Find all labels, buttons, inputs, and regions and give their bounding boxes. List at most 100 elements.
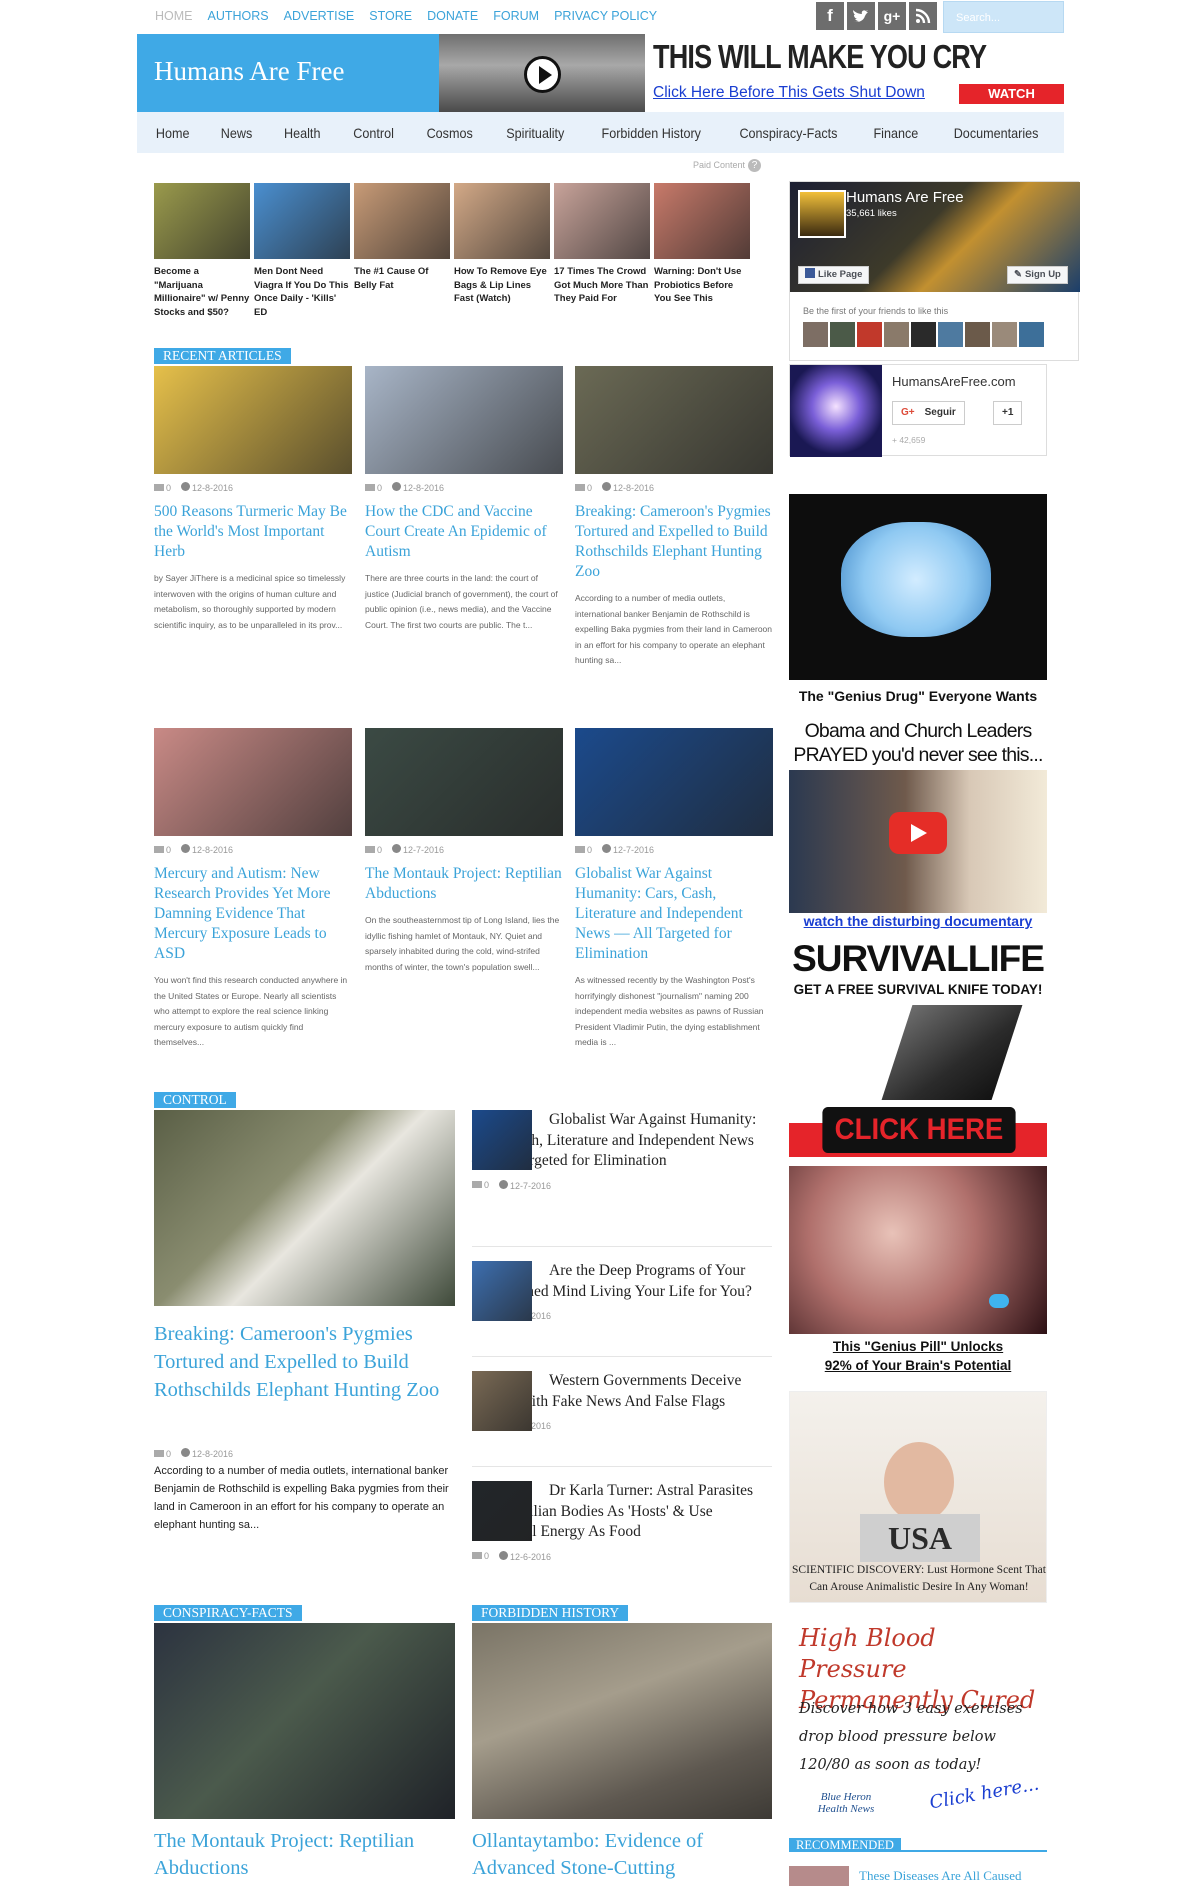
sponsored-item[interactable]: Warning: Don't Use Probiotics Before You… [654,183,750,306]
control-list-thumb[interactable] [472,1110,532,1170]
comment-count[interactable]: 0 [166,483,171,493]
google-plus-icon[interactable]: g+ [878,2,906,30]
sponsored-image[interactable] [554,183,650,259]
forbidden-image[interactable] [472,1623,772,1819]
control-list-thumb[interactable] [472,1261,532,1321]
sponsored-text[interactable]: Become a "Marijuana Millionaire" w/ Penn… [154,265,250,319]
play-icon[interactable] [524,56,561,93]
sponsored-image[interactable] [654,183,750,259]
lust-hormone-caption[interactable]: SCIENTIFIC DISCOVERY: Lust Hormone Scent… [790,1562,1048,1596]
lust-hormone-ad[interactable]: USA SCIENTIFIC DISCOVERY: Lust Hormone S… [789,1391,1047,1603]
top-nav-advertise[interactable]: ADVERTISE [284,9,355,23]
section-label-recent[interactable]: RECENT ARTICLES [154,348,291,364]
article-title[interactable]: Globalist War Against Humanity: Cars, Ca… [575,864,773,964]
article-image[interactable] [154,366,352,474]
info-icon[interactable]: ? [748,159,762,172]
comment-count[interactable]: 0 [587,845,592,855]
nav-forbidden-history[interactable]: Forbidden History [601,125,700,141]
section-label-forbidden[interactable]: FORBIDDEN HISTORY [472,1605,629,1621]
comment-count[interactable]: 0 [377,483,382,493]
nav-finance[interactable]: Finance [874,125,919,141]
comment-count[interactable]: 0 [377,845,382,855]
sponsored-item[interactable]: How To Remove Eye Bags & Lip Lines Fast … [454,183,550,306]
friend-avatar[interactable] [857,322,882,347]
search-input[interactable]: Search... [943,1,1064,33]
facebook-icon[interactable]: f [816,2,844,30]
nav-health[interactable]: Health [284,125,320,141]
recommended-title[interactable]: These Diseases Are All Caused [859,1868,1021,1884]
friend-avatar[interactable] [965,322,990,347]
blood-pressure-body[interactable]: Discover how 3 easy exercises drop blood… [799,1695,1039,1779]
facebook-page-thumb[interactable] [798,190,846,238]
knife-image[interactable] [881,1005,1023,1100]
genius-pill-line1[interactable]: This "Genius Pill" Unlocks [789,1339,1047,1354]
click-here-button[interactable]: CLICK HERE [822,1107,1016,1153]
control-feature-title[interactable]: Breaking: Cameroon's Pygmies Tortured an… [154,1320,455,1404]
twitter-icon[interactable] [847,2,875,30]
google-plus-thumb[interactable] [790,365,882,457]
nav-conspiracy-facts[interactable]: Conspiracy-Facts [740,125,838,141]
section-label-control[interactable]: CONTROL [154,1092,236,1108]
google-plus-one-button[interactable]: +1 [993,401,1023,425]
rss-icon[interactable] [909,2,937,30]
nav-news[interactable]: News [221,125,253,141]
header-ad-link[interactable]: Click Here Before This Gets Shut Down [653,84,925,102]
genius-drug-ad-image[interactable] [789,494,1047,680]
article-title[interactable]: The Montauk Project: Reptilian Abduction… [365,864,563,904]
nav-documentaries[interactable]: Documentaries [954,125,1039,141]
friend-avatar[interactable] [803,322,828,347]
sponsored-text[interactable]: The #1 Cause Of Belly Fat [354,265,450,292]
friend-avatar[interactable] [830,322,855,347]
sponsored-item[interactable]: The #1 Cause Of Belly Fat [354,183,450,292]
friend-avatar[interactable] [911,322,936,347]
obama-ad-image[interactable] [789,770,1047,913]
obama-ad-headline[interactable]: Obama and Church Leaders PRAYED you'd ne… [789,719,1047,767]
sponsored-text[interactable]: 17 Times The Crowd Got Much More Than Th… [554,265,650,306]
sponsored-text[interactable]: Warning: Don't Use Probiotics Before You… [654,265,750,306]
facebook-signup-button[interactable]: ✎ Sign Up [1007,266,1068,284]
article-image[interactable] [575,366,773,474]
control-list-thumb[interactable] [472,1481,532,1541]
sponsored-item[interactable]: Become a "Marijuana Millionaire" w/ Penn… [154,183,250,319]
google-plus-follow-button[interactable]: G+ Seguir [892,401,965,425]
comment-count[interactable]: 0 [587,483,592,493]
top-nav-donate[interactable]: DONATE [427,9,478,23]
comment-count[interactable]: 0 [484,1180,489,1190]
survival-life-brand[interactable]: SURVIVALLIFE [789,937,1047,981]
sponsored-image[interactable] [354,183,450,259]
sponsored-text[interactable]: Men Dont Need Viagra If You Do This Once… [254,265,350,319]
facebook-page-name[interactable]: Humans Are Free [846,189,964,206]
sponsored-item[interactable]: 17 Times The Crowd Got Much More Than Th… [554,183,650,306]
nav-control[interactable]: Control [353,125,394,141]
sponsored-image[interactable] [154,183,250,259]
section-label-recommended[interactable]: RECOMMENDED [789,1838,901,1852]
top-nav-authors[interactable]: AUTHORS [208,9,269,23]
article-image[interactable] [365,366,563,474]
forbidden-title[interactable]: Ollantaytambo: Evidence of Advanced Ston… [472,1828,772,1882]
genius-pill-ad-image[interactable] [789,1166,1047,1334]
site-logo[interactable]: Humans Are Free [137,34,439,112]
article-title[interactable]: 500 Reasons Turmeric May Be the World's … [154,502,352,562]
sponsored-text[interactable]: How To Remove Eye Bags & Lip Lines Fast … [454,265,550,306]
section-label-conspiracy[interactable]: CONSPIRACY-FACTS [154,1605,302,1621]
nav-spirituality[interactable]: Spirituality [507,125,565,141]
genius-pill-line2[interactable]: 92% of Your Brain's Potential [789,1358,1047,1373]
comment-count[interactable]: 0 [166,1449,171,1459]
sponsored-item[interactable]: Men Dont Need Viagra If You Do This Once… [254,183,350,319]
friend-avatar[interactable] [884,322,909,347]
article-image[interactable] [575,728,773,836]
nav-home[interactable]: Home [156,125,190,141]
nav-cosmos[interactable]: Cosmos [427,125,473,141]
comment-count[interactable]: 0 [166,845,171,855]
friend-avatar[interactable] [992,322,1017,347]
article-image[interactable] [154,728,352,836]
top-nav-forum[interactable]: FORUM [493,9,539,23]
control-feature-image[interactable] [154,1110,455,1306]
blood-pressure-ad[interactable]: High Blood Pressure Permanently Cured Di… [789,1611,1047,1826]
blood-pressure-cta[interactable]: Click here... [928,1774,1041,1814]
article-title[interactable]: How the CDC and Vaccine Court Create An … [365,502,563,562]
conspiracy-image[interactable] [154,1623,455,1819]
facebook-cover[interactable]: Humans Are Free 35,661 likes Like Page ✎… [790,182,1080,292]
comment-count[interactable]: 0 [484,1551,489,1561]
google-plus-name[interactable]: HumansAreFree.com [892,374,1016,389]
